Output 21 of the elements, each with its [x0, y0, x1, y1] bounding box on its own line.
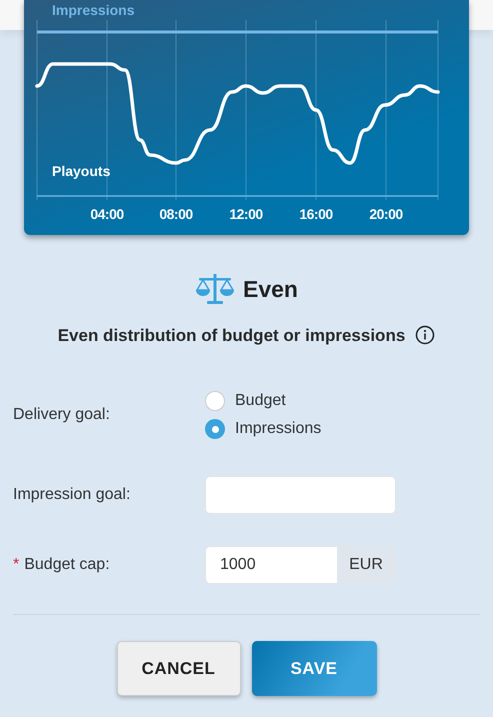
impression-goal-field[interactable]: [205, 476, 396, 514]
x-tick-label: 20:00: [368, 205, 404, 224]
field-label: Delivery goal:: [13, 405, 110, 425]
x-tick-label: 16:00: [298, 205, 334, 224]
strategy-title: Even: [243, 275, 298, 304]
x-tick-label: 12:00: [228, 205, 264, 224]
strategy-description: Even distribution of budget or impressions: [58, 324, 406, 347]
playouts-label: Playouts: [52, 162, 110, 180]
radio-option[interactable]: Budget: [205, 389, 322, 413]
field-label: Impression goal:: [13, 485, 130, 505]
x-tick-label: 08:00: [158, 205, 194, 224]
cancel-button[interactable]: CANCEL: [116, 641, 240, 696]
info-icon[interactable]: [415, 325, 436, 346]
x-tick-label: 04:00: [89, 205, 125, 224]
radio-button[interactable]: [205, 391, 225, 411]
scale-icon: [195, 272, 235, 306]
radio-option[interactable]: Impressions: [205, 417, 322, 441]
impressions-label: Impressions: [52, 1, 134, 19]
required-asterisk: *: [13, 555, 20, 575]
field-label: Budget cap:: [24, 555, 110, 575]
radio-button[interactable]: [205, 419, 225, 439]
